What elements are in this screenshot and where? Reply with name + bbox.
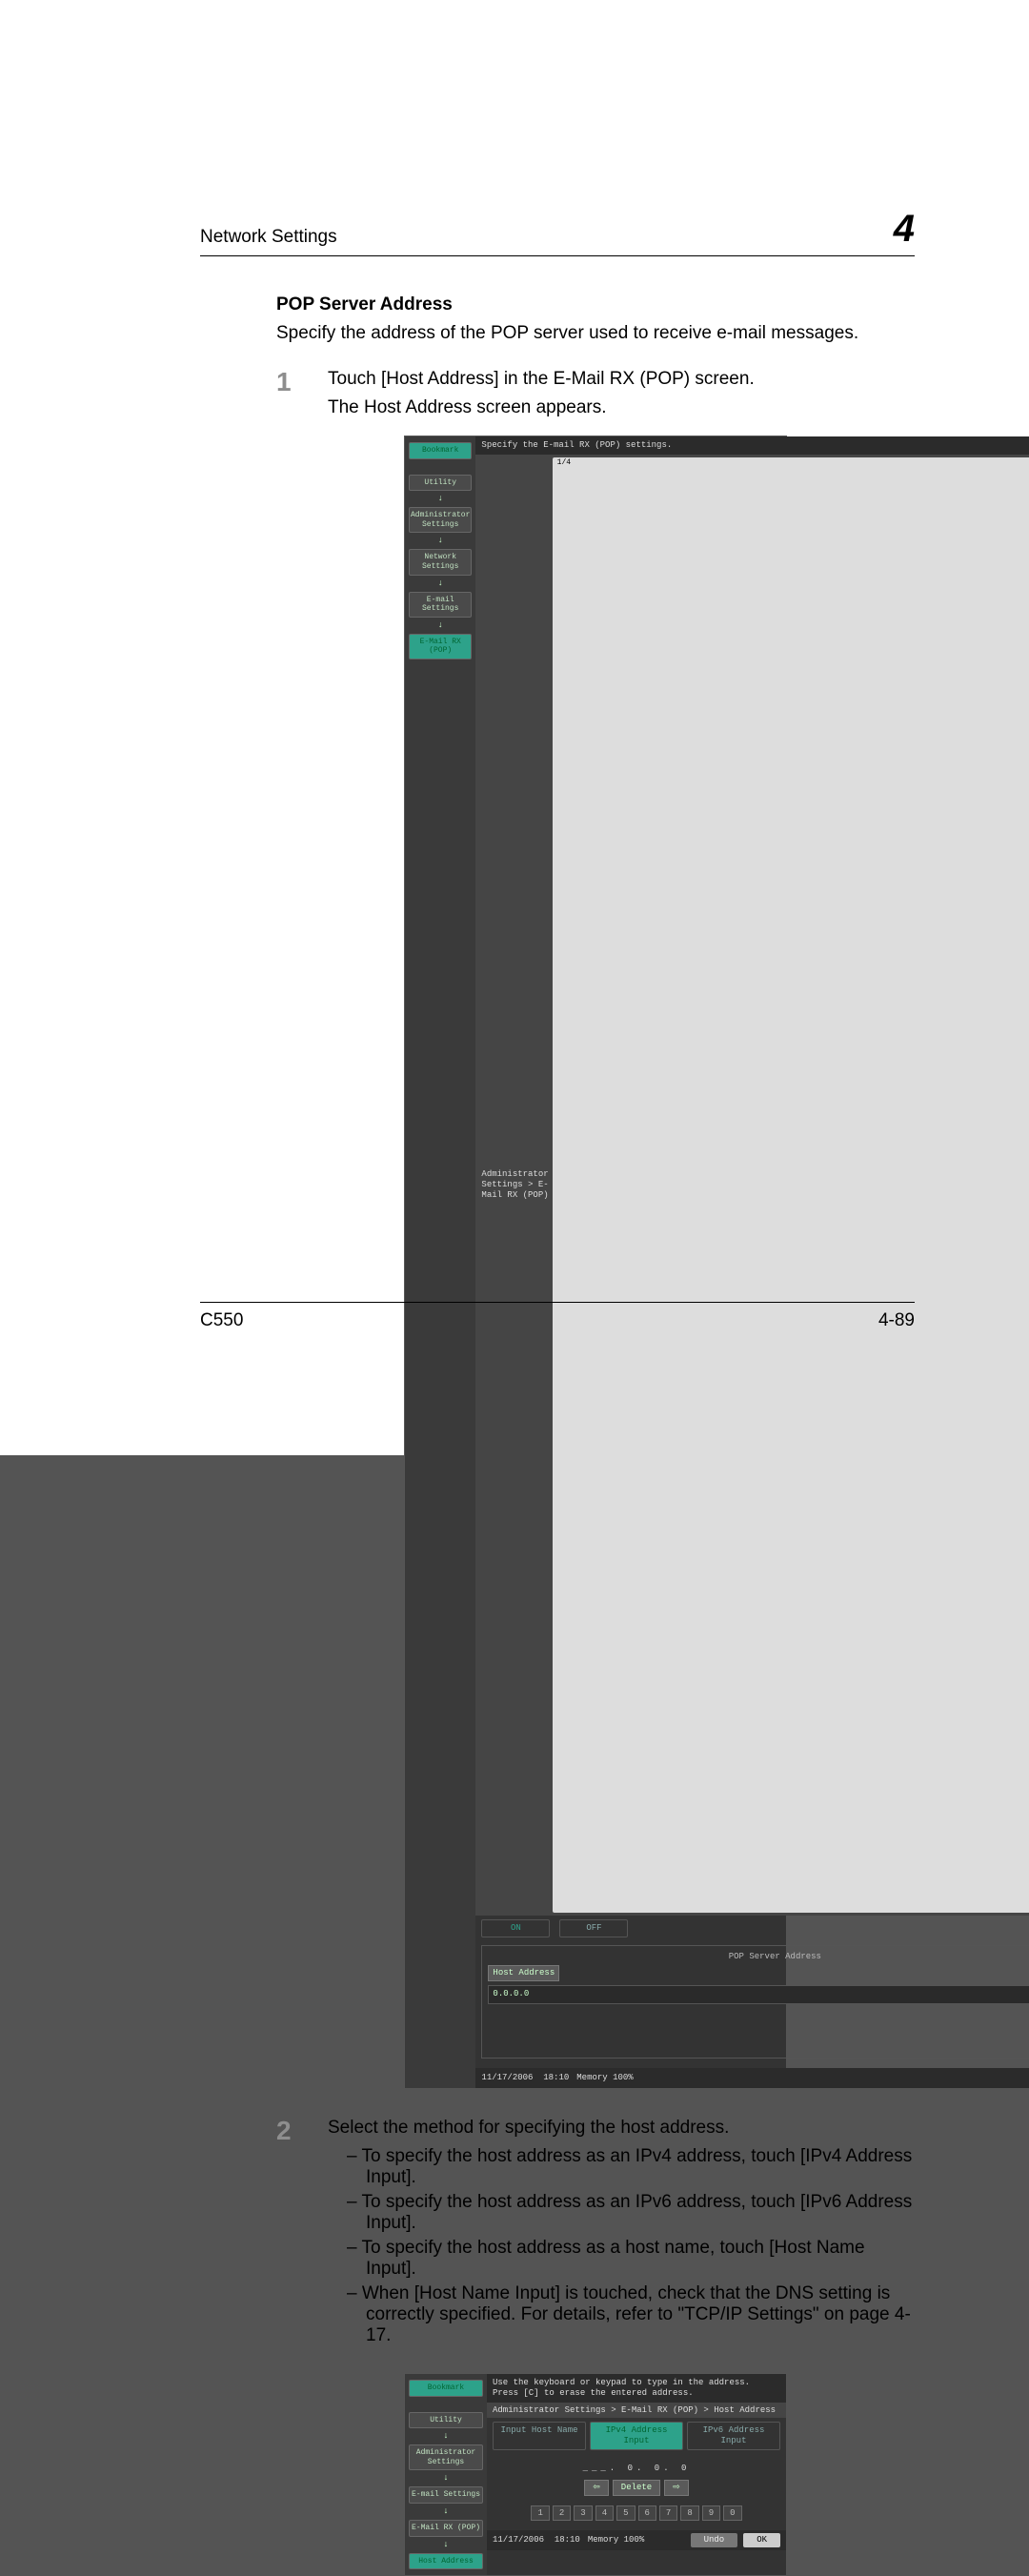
ipv4-address-input-tab[interactable]: IPv4 Address Input (590, 2422, 683, 2450)
email-settings-button[interactable]: E-mail Settings (409, 592, 472, 618)
breadcrumb-text: Administrator Settings > E-Mail RX (POP)… (493, 2405, 776, 2416)
key-8[interactable]: 8 (680, 2505, 698, 2522)
step-1: 1 Touch [Host Address] in the E-Mail RX … (276, 369, 915, 426)
bookmark-button[interactable]: Bookmark (409, 2380, 483, 2397)
on-off-tabs: ON OFF (475, 1916, 1029, 1941)
email-settings-button[interactable]: E-mail Settings (409, 2486, 483, 2504)
memory-value: 100% (613, 2073, 634, 2083)
ok-button[interactable]: OK (743, 2533, 780, 2547)
ipv6-address-input-tab[interactable]: IPv6 Address Input (687, 2422, 780, 2450)
chapter-number: 4 (894, 210, 915, 248)
list-item: To specify the host address as a host na… (347, 2238, 915, 2280)
step-text: Select the method for specifying the hos… (328, 2118, 915, 2139)
key-1[interactable]: 1 (531, 2505, 549, 2522)
screenshot-title: Specify the E-mail RX (POP) settings. (475, 436, 1029, 455)
input-method-tabs: Input Host Name IPv4 Address Input IPv6 … (487, 2418, 786, 2454)
breadcrumb-text: Administrator Settings > E-Mail RX (POP) (481, 1169, 548, 1200)
network-settings-button[interactable]: Network Settings (409, 549, 472, 575)
step-text: The Host Address screen appears. (328, 397, 915, 418)
step-number: 2 (276, 2118, 305, 2363)
pop-server-address-group: POP Server Address Host Address 0.0.0.0 (481, 1945, 1029, 2059)
memory-value: 100% (624, 2535, 645, 2546)
host-address-value: 0.0.0.0 (488, 1985, 1029, 2004)
intro-text: Specify the address of the POP server us… (276, 323, 915, 344)
arrow-down-icon: ↓ (409, 2507, 483, 2516)
arrow-down-icon: ↓ (409, 495, 472, 503)
list-item: When [Host Name Input] is touched, check… (347, 2283, 915, 2346)
email-rx-pop-button[interactable]: E-Mail RX (POP) (409, 634, 472, 659)
arrow-down-icon: ↓ (409, 579, 472, 588)
host-address-button[interactable]: Host Address (409, 2553, 483, 2570)
page-number: 4-89 (878, 1310, 915, 1331)
on-tab[interactable]: ON (481, 1919, 550, 1937)
screenshot-main: Use the keyboard or keypad to type in th… (487, 2374, 786, 2575)
utility-button[interactable]: Utility (409, 2412, 483, 2429)
ip-value: ___. 0. 0. 0 (496, 2464, 777, 2474)
list-item: To specify the host address as an IPv6 a… (347, 2192, 915, 2234)
arrow-down-icon: ↓ (409, 2474, 483, 2483)
utility-button[interactable]: Utility (409, 475, 472, 492)
key-0[interactable]: 0 (723, 2505, 741, 2522)
date-text: 11/17/2006 (481, 2073, 533, 2083)
section-name: Network Settings (200, 227, 337, 248)
arrow-down-icon: ↓ (409, 621, 472, 630)
screenshot-title: Use the keyboard or keypad to type in th… (487, 2374, 786, 2403)
model-name: C550 (200, 1310, 243, 1331)
key-3[interactable]: 3 (574, 2505, 592, 2522)
arrow-down-icon: ↓ (409, 2432, 483, 2441)
numeric-keypad: 1 2 3 4 5 6 7 8 9 0 (496, 2505, 777, 2522)
email-rx-pop-button[interactable]: E-Mail RX (POP) (409, 2520, 483, 2537)
screenshot-sidebar: Bookmark Utility ↓ Administrator Setting… (405, 436, 475, 2088)
off-tab[interactable]: OFF (559, 1919, 628, 1937)
memory-label: Memory (576, 2073, 607, 2083)
input-host-name-tab[interactable]: Input Host Name (493, 2422, 586, 2450)
right-arrow-button[interactable]: ⇨ (664, 2480, 689, 2496)
screenshot-host-address: Bookmark Utility ↓ Administrator Setting… (404, 2373, 787, 2576)
delete-button[interactable]: Delete (613, 2480, 660, 2496)
bookmark-button[interactable]: Bookmark (409, 442, 472, 459)
key-9[interactable]: 9 (702, 2505, 720, 2522)
ip-input-area: ___. 0. 0. 0 ⇦ Delete ⇨ 1 2 3 4 5 6 7 (487, 2454, 786, 2530)
help-text-2: Press [C] to erase the entered address. (493, 2388, 780, 2399)
breadcrumb: Administrator Settings > E-Mail RX (POP)… (475, 455, 1029, 1916)
bullet-list: To specify the host address as an IPv4 a… (328, 2146, 915, 2346)
key-7[interactable]: 7 (659, 2505, 677, 2522)
key-6[interactable]: 6 (638, 2505, 656, 2522)
page-header: Network Settings 4 (200, 210, 915, 256)
key-2[interactable]: 2 (553, 2505, 571, 2522)
step-2: 2 Select the method for specifying the h… (276, 2118, 915, 2363)
help-text-1: Use the keyboard or keypad to type in th… (493, 2378, 780, 2388)
subsection-heading: POP Server Address (276, 294, 915, 315)
screenshot-footer: 11/17/2006 18:10 Memory 100% Undo OK (487, 2530, 786, 2550)
admin-settings-button[interactable]: Administrator Settings (409, 2444, 483, 2470)
arrow-down-icon: ↓ (409, 2541, 483, 2549)
time-text: 18:10 (555, 2535, 580, 2546)
document-page: Network Settings 4 POP Server Address Sp… (0, 0, 1029, 1455)
screenshot-main: Specify the E-mail RX (POP) settings. Ad… (475, 436, 1029, 2088)
screenshot-footer: 11/17/2006 18:10 Memory 100% OK (475, 2068, 1029, 2088)
memory-label: Memory (588, 2535, 618, 2546)
step-text: Touch [Host Address] in the E-Mail RX (P… (328, 369, 915, 390)
arrow-down-icon: ↓ (409, 537, 472, 545)
left-arrow-button[interactable]: ⇦ (584, 2480, 609, 2496)
breadcrumb: Administrator Settings > E-Mail RX (POP)… (487, 2403, 786, 2419)
date-text: 11/17/2006 (493, 2535, 544, 2546)
host-address-button[interactable]: Host Address (488, 1965, 559, 1981)
undo-button[interactable]: Undo (691, 2533, 738, 2547)
key-4[interactable]: 4 (595, 2505, 614, 2522)
time-text: 18:10 (543, 2073, 569, 2083)
key-5[interactable]: 5 (616, 2505, 635, 2522)
page-footer: C550 4-89 (200, 1302, 915, 1331)
screenshot-sidebar: Bookmark Utility ↓ Administrator Setting… (405, 2374, 487, 2575)
admin-settings-button[interactable]: Administrator Settings (409, 507, 472, 533)
page-indicator: 1/4 (553, 457, 1029, 1913)
content-area: POP Server Address Specify the address o… (200, 294, 915, 2576)
list-item: To specify the host address as an IPv4 a… (347, 2146, 915, 2188)
step-number: 1 (276, 369, 305, 426)
screenshot-email-rx-pop: Bookmark Utility ↓ Administrator Setting… (404, 436, 787, 2089)
group-title: POP Server Address (488, 1952, 1029, 1962)
